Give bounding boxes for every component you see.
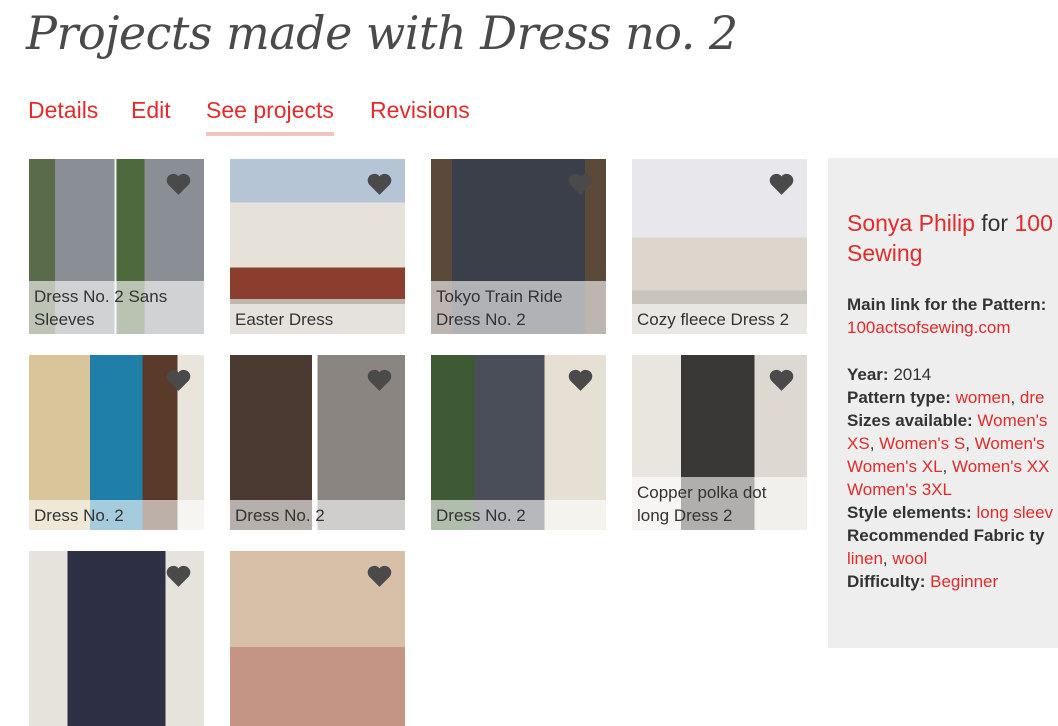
project-caption[interactable]: Dress No. 2 bbox=[29, 500, 204, 530]
project-card[interactable]: Copper polka dot long Dress 2 bbox=[632, 355, 807, 530]
tab-revisions[interactable]: Revisions bbox=[370, 97, 470, 132]
heart-icon[interactable] bbox=[366, 564, 393, 588]
sizes-label: Sizes available: bbox=[847, 411, 973, 430]
difficulty-link[interactable]: Beginner bbox=[930, 572, 998, 591]
main-link[interactable]: 100actsofsewing.com bbox=[847, 318, 1010, 337]
size-link[interactable]: Women's XX bbox=[952, 457, 1049, 476]
publisher-link-cont[interactable]: Sewing bbox=[847, 240, 922, 266]
style-label: Style elements: bbox=[847, 503, 972, 522]
project-caption[interactable]: Dress No. 2 bbox=[230, 500, 405, 530]
fabric-label: Recommended Fabric ty bbox=[847, 526, 1045, 545]
difficulty-row: Difficulty: Beginner bbox=[847, 570, 1053, 593]
project-card[interactable]: Dress No. 2 bbox=[230, 355, 405, 530]
heart-icon[interactable] bbox=[366, 172, 393, 196]
size-link[interactable]: Women's XL bbox=[847, 457, 943, 476]
project-card[interactable]: Easter Dress bbox=[230, 159, 405, 334]
pattern-type-label: Pattern type: bbox=[847, 388, 951, 407]
pattern-info-sidebar: Sonya Philip for 100 Sewing Main link fo… bbox=[828, 158, 1058, 648]
size-link[interactable]: XS bbox=[847, 434, 870, 453]
size-link[interactable]: Women's bbox=[977, 411, 1047, 430]
difficulty-label: Difficulty: bbox=[847, 572, 926, 591]
pattern-type-link[interactable]: women bbox=[956, 388, 1011, 407]
project-caption[interactable]: Easter Dress bbox=[230, 304, 405, 334]
size-link[interactable]: Women's 3XL bbox=[847, 480, 952, 499]
sizes-row-cont: Women's 3XL bbox=[847, 478, 1053, 501]
tab-edit[interactable]: Edit bbox=[131, 97, 171, 132]
year-label: Year: bbox=[847, 365, 889, 384]
sizes-row: Sizes available: Women's bbox=[847, 409, 1053, 432]
fabric-link[interactable]: linen bbox=[847, 549, 883, 568]
pattern-type-row: Pattern type: women, dre bbox=[847, 388, 1045, 407]
project-card[interactable]: Dress No. 2 bbox=[29, 355, 204, 530]
designer-line: Sonya Philip for 100 Sewing bbox=[847, 208, 1053, 268]
project-caption[interactable]: Dress No. 2 bbox=[431, 500, 606, 530]
details-list: Year: 2014 Pattern type: women, dre Size… bbox=[847, 363, 1053, 593]
tab-details[interactable]: Details bbox=[28, 97, 98, 132]
heart-icon[interactable] bbox=[366, 368, 393, 392]
project-card[interactable]: Cozy fleece Dress 2 bbox=[632, 159, 807, 334]
page-title: Projects made with Dress no. 2 bbox=[26, 6, 738, 60]
style-row: Style elements: long sleev bbox=[847, 501, 1053, 524]
main-link-label: Main link for the Pattern: bbox=[847, 295, 1047, 314]
main-link-row: Main link for the Pattern: 100actsofsewi… bbox=[847, 293, 1046, 339]
year-row: Year: 2014 bbox=[847, 363, 1053, 386]
size-link[interactable]: Women's bbox=[975, 434, 1045, 453]
project-card[interactable]: Dress No. 2 bbox=[431, 355, 606, 530]
project-caption[interactable]: Dress No. 2 Sans Sleeves bbox=[29, 281, 204, 334]
sizes-row-cont: Women's XL, Women's XX bbox=[847, 457, 1050, 476]
year-value: 2014 bbox=[893, 365, 932, 384]
heart-icon[interactable] bbox=[567, 172, 594, 196]
style-link[interactable]: long sleev bbox=[976, 503, 1053, 522]
sizes-row-cont: XS, Women's S, Women's bbox=[847, 434, 1045, 453]
fabric-row-cont: linen, wool bbox=[847, 549, 928, 568]
project-caption[interactable]: Copper polka dot long Dress 2 bbox=[632, 477, 807, 530]
project-card[interactable]: Tokyo Train Ride Dress No. 2 bbox=[431, 159, 606, 334]
heart-icon[interactable] bbox=[165, 172, 192, 196]
project-card[interactable]: Dress No. 2 Sans Sleeves bbox=[29, 159, 204, 334]
heart-icon[interactable] bbox=[768, 172, 795, 196]
pattern-type-link[interactable]: dre bbox=[1020, 388, 1045, 407]
project-card[interactable] bbox=[230, 551, 405, 726]
heart-icon[interactable] bbox=[567, 368, 594, 392]
publisher-link[interactable]: 100 bbox=[1014, 210, 1052, 236]
heart-icon[interactable] bbox=[165, 564, 192, 588]
heart-icon[interactable] bbox=[165, 368, 192, 392]
project-card[interactable] bbox=[29, 551, 204, 726]
designer-link[interactable]: Sonya Philip bbox=[847, 210, 975, 236]
tab-see-projects[interactable]: See projects bbox=[206, 97, 334, 136]
size-link[interactable]: Women's S bbox=[879, 434, 965, 453]
for-label: for bbox=[981, 210, 1009, 236]
project-caption[interactable]: Tokyo Train Ride Dress No. 2 bbox=[431, 281, 606, 334]
heart-icon[interactable] bbox=[768, 368, 795, 392]
fabric-row: Recommended Fabric ty bbox=[847, 524, 1053, 547]
project-caption[interactable]: Cozy fleece Dress 2 bbox=[632, 304, 807, 334]
fabric-link[interactable]: wool bbox=[892, 549, 927, 568]
